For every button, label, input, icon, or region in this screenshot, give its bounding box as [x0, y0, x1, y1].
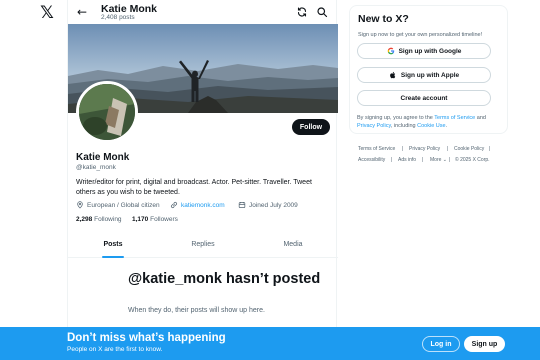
- terms-including: , including: [390, 123, 416, 129]
- followers-label: Followers: [150, 216, 178, 223]
- footer-separator: |: [422, 157, 424, 163]
- footer-separator: |: [391, 157, 393, 163]
- footer-cookie-link[interactable]: Cookie Policy: [454, 144, 484, 155]
- create-account-label: Create account: [400, 94, 448, 102]
- footer-copyright: © 2025 X Corp.: [455, 157, 490, 163]
- footer-more-label: More: [430, 157, 442, 163]
- followers-count: 1,170: [132, 216, 149, 223]
- terms-end: .: [445, 123, 448, 129]
- google-signup-label: Sign up with Google: [398, 47, 462, 55]
- tab-posts[interactable]: Posts: [68, 230, 158, 258]
- refresh-icon[interactable]: [296, 6, 308, 18]
- google-icon: [387, 47, 394, 55]
- profile-bio: Writer/editor for print, digital and bro…: [76, 179, 312, 196]
- follow-button[interactable]: Follow: [292, 119, 330, 135]
- create-account-button[interactable]: Create account: [357, 90, 491, 106]
- profile-header-bar: ← Katie Monk 2,408 posts: [68, 0, 338, 24]
- profile-handle: @katie_monk: [76, 164, 116, 171]
- apple-icon: [389, 71, 396, 79]
- google-signup-button[interactable]: Sign up with Google: [357, 43, 491, 59]
- footer-separator: |: [402, 146, 404, 152]
- signup-card: New to X? Sign up now to get your own pe…: [349, 5, 508, 134]
- avatar[interactable]: [76, 81, 138, 143]
- website-item: katiemonk.com: [170, 201, 225, 209]
- tab-media[interactable]: Media: [248, 230, 338, 258]
- footer-more-link[interactable]: More ⌄: [430, 155, 447, 166]
- followers-stat[interactable]: 1,170 Followers: [132, 216, 178, 223]
- footer-accessibility-link[interactable]: Accessibility: [358, 155, 385, 166]
- calendar-icon: [238, 202, 246, 209]
- profile-column: ← Katie Monk 2,408 posts Follow Katie Mo…: [67, 0, 338, 360]
- following-count: 2,298: [76, 216, 93, 223]
- link-icon: [171, 202, 177, 208]
- x-logo-icon[interactable]: 𝕏: [40, 3, 54, 23]
- signup-card-subtitle: Sign up now to get your own personalized…: [358, 32, 483, 38]
- profile-website-link[interactable]: katiemonk.com: [181, 202, 225, 209]
- bottom-signup-bar: Don’t miss what’s happening People on X …: [0, 327, 540, 360]
- footer-privacy-link[interactable]: Privacy Policy: [409, 144, 440, 155]
- apple-signup-button[interactable]: Sign up with Apple: [357, 67, 491, 83]
- terms-and: and: [476, 115, 486, 121]
- footer-terms-link[interactable]: Terms of Service: [358, 144, 395, 155]
- following-stat[interactable]: 2,298 Following: [76, 216, 122, 223]
- login-button[interactable]: Log in: [422, 336, 460, 352]
- following-label: Following: [94, 216, 122, 223]
- location-pin-icon: [77, 201, 83, 209]
- apple-signup-label: Sign up with Apple: [400, 71, 460, 79]
- signup-button[interactable]: Sign up: [464, 336, 505, 352]
- profile-location: European / Global citizen: [87, 201, 160, 209]
- bottom-bar-title: Don’t miss what’s happening: [67, 332, 226, 344]
- arrow-left-icon[interactable]: ←: [75, 5, 89, 19]
- footer-separator: |: [447, 146, 449, 152]
- chevron-down-icon: ⌄: [442, 157, 447, 163]
- tab-replies[interactable]: Replies: [158, 230, 248, 258]
- signup-terms: By signing up, you agree to the Terms of…: [357, 114, 505, 130]
- location-item: European / Global citizen: [76, 201, 160, 209]
- footer-ads-info-link[interactable]: Ads info: [398, 155, 416, 166]
- active-tab-indicator: [102, 256, 124, 258]
- empty-state-title: @katie_monk hasn’t posted: [128, 271, 321, 287]
- bottom-bar-subtitle: People on X are the first to know.: [67, 346, 163, 353]
- joined-item: Joined July 2009: [238, 201, 298, 209]
- profile-joined-date: Joined July 2009: [249, 201, 298, 209]
- tab-posts-label: Posts: [103, 240, 123, 248]
- terms-prefix: By signing up, you agree to the: [357, 115, 433, 121]
- footer-separator: |: [449, 157, 451, 163]
- footer-separator: |: [489, 146, 491, 152]
- tab-media-label: Media: [283, 240, 303, 248]
- header-posts-count: 2,408 posts: [101, 14, 135, 21]
- profile-tabs: Posts Replies Media: [68, 230, 338, 258]
- profile-name: Katie Monk: [76, 152, 130, 163]
- signup-card-title: New to X?: [358, 13, 409, 25]
- cookie-use-link[interactable]: Cookie Use: [417, 123, 445, 129]
- privacy-policy-link[interactable]: Privacy Policy: [357, 123, 391, 129]
- terms-of-service-link[interactable]: Terms of Service: [434, 115, 475, 121]
- empty-state-subtitle: When they do, their posts will show up h…: [128, 307, 265, 314]
- tab-replies-label: Replies: [191, 240, 215, 248]
- search-icon[interactable]: [316, 6, 328, 18]
